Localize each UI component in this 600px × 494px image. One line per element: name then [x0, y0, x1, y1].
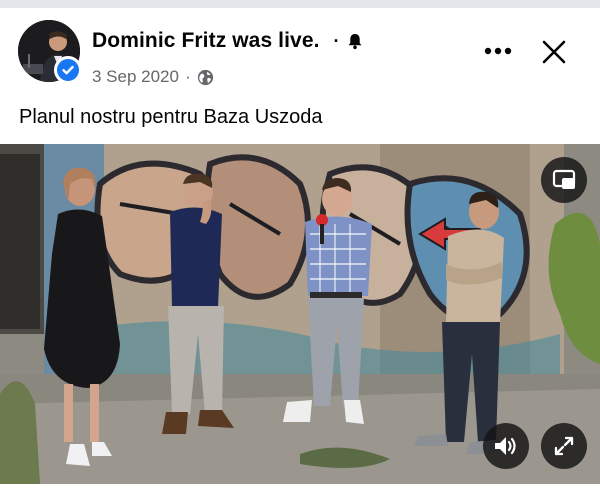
- picture-in-picture-icon: [552, 169, 576, 189]
- post-header: Dominic Fritz was live. · 3 Sep 2020 ·: [0, 8, 600, 94]
- video-player[interactable]: [0, 144, 600, 484]
- post-meta: 3 Sep 2020 ·: [92, 66, 214, 88]
- volume-button[interactable]: [483, 423, 529, 469]
- bell-icon[interactable]: [346, 32, 364, 50]
- post-caption: Planul nostru pentru Baza Uszoda: [19, 106, 323, 128]
- bottom-spacer: [0, 484, 600, 494]
- fullscreen-button[interactable]: [541, 423, 587, 469]
- globe-icon: [197, 69, 214, 86]
- more-horizontal-icon: [484, 47, 512, 55]
- post-date[interactable]: 3 Sep 2020: [92, 67, 179, 87]
- title-separator: ·: [333, 30, 340, 51]
- more-options-button[interactable]: [480, 36, 516, 66]
- author-row: Dominic Fritz was live. ·: [92, 28, 364, 54]
- author-avatar-wrap[interactable]: [18, 20, 82, 84]
- volume-icon: [495, 437, 516, 455]
- author-name[interactable]: Dominic Fritz was live.: [92, 29, 320, 53]
- meta-separator: ·: [184, 67, 191, 86]
- close-button[interactable]: [536, 34, 572, 70]
- verified-badge-icon: [54, 56, 82, 84]
- picture-in-picture-button[interactable]: [541, 157, 587, 203]
- top-divider: [0, 0, 600, 8]
- fullscreen-icon: [554, 436, 574, 456]
- close-icon: [542, 40, 566, 64]
